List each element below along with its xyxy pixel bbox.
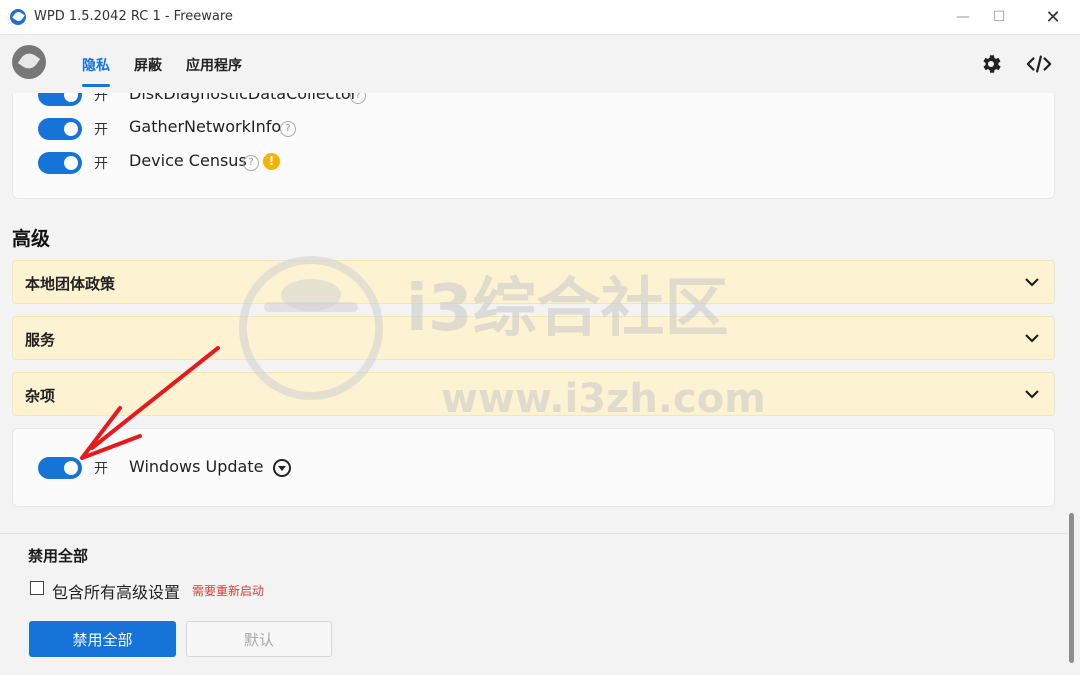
chevron-down-icon (1024, 385, 1040, 404)
footer-title: 禁用全部 (28, 547, 89, 565)
item-name: GatherNetworkInfo (129, 117, 282, 136)
include-advanced-checkbox[interactable] (30, 581, 44, 595)
gear-icon[interactable] (978, 51, 1004, 77)
help-icon[interactable]: ? (350, 93, 366, 104)
item-name: Device Census (129, 151, 247, 170)
include-advanced-label: 包含所有高级设置 (52, 583, 181, 602)
section-title-advanced: 高级 (12, 228, 51, 250)
nav-bar: 隐私 屏蔽 应用程序 (0, 35, 1080, 93)
restart-required-note: 需要重新启动 (192, 584, 265, 598)
window-title: WPD 1.5.2042 RC 1 - Freeware (34, 9, 233, 24)
chevron-down-icon (1024, 273, 1040, 292)
accordion-label: 杂项 (25, 387, 56, 405)
toggle-state-label: 开 (94, 461, 108, 477)
item-name: DiskDiagnosticDataCollector (129, 93, 358, 103)
tab-block[interactable]: 屏蔽 (134, 55, 162, 75)
toggle-switch[interactable] (38, 152, 82, 174)
accordion-label: 本地团体政策 (25, 275, 116, 293)
toggle-state-label: 开 (94, 156, 108, 172)
disable-all-button[interactable]: 禁用全部 (29, 621, 176, 657)
expand-dropdown-icon[interactable] (273, 459, 291, 477)
warning-icon: ! (263, 153, 280, 170)
maximize-button[interactable]: ☐ (976, 0, 1022, 34)
misc-card: 开 Windows Update (12, 428, 1055, 507)
accordion-misc[interactable]: 杂项 (12, 372, 1055, 416)
code-icon[interactable] (1026, 51, 1052, 77)
footer-panel: 禁用全部 包含所有高级设置 需要重新启动 禁用全部 默认 (0, 533, 1068, 675)
toggle-state-label: 开 (94, 122, 108, 138)
default-button[interactable]: 默认 (186, 621, 332, 657)
toggle-switch[interactable] (38, 457, 82, 479)
tab-privacy[interactable]: 隐私 (82, 55, 110, 75)
settings-content: 开 DiskDiagnosticDataCollector ? 开 Gather… (0, 93, 1080, 533)
active-tab-indicator (82, 84, 110, 87)
help-icon[interactable]: ? (280, 121, 296, 137)
toggle-state-label: 开 (94, 93, 108, 104)
item-name: Windows Update (129, 457, 264, 476)
help-icon[interactable]: ? (243, 155, 259, 171)
app-icon (10, 9, 26, 25)
scrollbar[interactable] (1069, 513, 1074, 663)
chevron-down-icon (1024, 329, 1040, 348)
tab-apps[interactable]: 应用程序 (186, 55, 242, 75)
accordion-local-group-policy[interactable]: 本地团体政策 (12, 260, 1055, 304)
title-bar: WPD 1.5.2042 RC 1 - Freeware — ☐ ✕ (0, 0, 1080, 35)
toggle-switch[interactable] (38, 93, 82, 106)
app-logo (12, 45, 46, 79)
close-button[interactable]: ✕ (1030, 0, 1076, 34)
toggle-switch[interactable] (38, 118, 82, 140)
accordion-label: 服务 (25, 331, 56, 349)
accordion-services[interactable]: 服务 (12, 316, 1055, 360)
privacy-card: 开 DiskDiagnosticDataCollector ? 开 Gather… (12, 93, 1055, 199)
